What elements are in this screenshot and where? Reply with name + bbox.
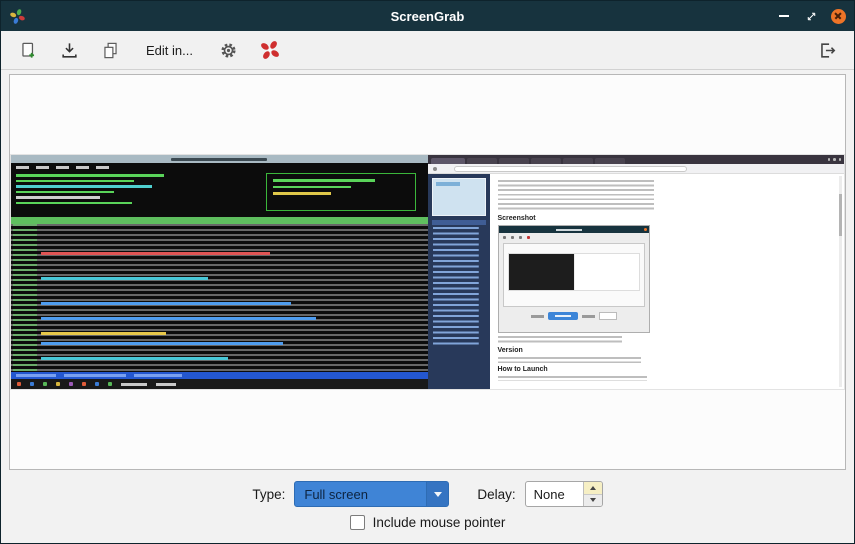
terminal-titlebar: [11, 155, 428, 163]
terminal-process-table: [11, 224, 428, 372]
browser-content: Screenshot: [428, 174, 845, 389]
capture-type-value: Full screen: [295, 487, 426, 502]
screenshot-preview-panel: Screenshot: [9, 74, 846, 470]
captured-screenshot-thumbnail: Screenshot: [11, 155, 844, 389]
terminal-info-lines: [16, 174, 164, 204]
include-pointer-row: Include mouse pointer: [350, 515, 506, 530]
doc-sidebar-thumbnail: [432, 178, 486, 216]
include-pointer-label: Include mouse pointer: [373, 515, 506, 530]
doc-main-content: Screenshot: [490, 174, 662, 389]
screengrab-window: ScreenGrab: [0, 0, 855, 544]
doc-embedded-screengrab-screenshot: [498, 225, 650, 333]
delay-spin-buttons: [583, 482, 602, 506]
include-pointer-checkbox[interactable]: [350, 515, 365, 530]
minimize-icon[interactable]: [776, 8, 792, 24]
quit-icon[interactable]: [814, 37, 840, 63]
window-controls: [776, 8, 846, 24]
browser-navbar: [428, 164, 845, 174]
edit-in-button[interactable]: Edit in...: [138, 39, 201, 62]
doc-heading-how-to-launch: How to Launch: [498, 366, 654, 374]
doc-launch-lines: [498, 376, 648, 381]
browser-scrollbar: [839, 176, 842, 387]
type-delay-row: Type: Full screen Delay: None: [252, 481, 602, 507]
doc-heading-screenshot: Screenshot: [498, 215, 654, 223]
doc-sidebar-active-item: [432, 220, 486, 225]
terminal-status-bar: [11, 372, 428, 379]
doc-paragraph-lines: [498, 180, 654, 212]
titlebar: ScreenGrab: [1, 1, 854, 31]
doc-heading-version: Version: [498, 347, 654, 355]
browser-tab-strip: [428, 155, 845, 164]
preview-area: Screenshot: [1, 70, 854, 472]
screengrab-logo-icon: [9, 8, 26, 25]
terminal-load-box: [266, 173, 416, 211]
settings-gear-icon[interactable]: [216, 37, 242, 63]
browser-url-bar: [454, 166, 687, 172]
toolbar: Edit in...: [1, 31, 854, 70]
doc-version-lines: [498, 357, 642, 363]
delay-label: Delay:: [477, 487, 515, 502]
browser-back-icon: [433, 167, 437, 171]
chevron-down-icon[interactable]: [584, 495, 602, 507]
delay-spinbox[interactable]: None: [525, 481, 603, 507]
capture-options: Type: Full screen Delay: None Include mo…: [1, 472, 854, 543]
capture-type-combobox[interactable]: Full screen: [294, 481, 449, 507]
doc-caption-lines: [498, 336, 623, 344]
save-icon[interactable]: [56, 37, 82, 63]
doc-whitespace: [662, 174, 845, 389]
window-title: ScreenGrab: [1, 9, 854, 24]
type-label: Type:: [252, 487, 285, 502]
doc-sidebar-links: [433, 227, 485, 345]
copy-icon[interactable]: [97, 37, 123, 63]
new-screenshot-button[interactable]: [15, 37, 41, 63]
terminal-table-header: [11, 217, 428, 224]
preview-terminal-window: [11, 155, 428, 389]
terminal-menubar: [16, 166, 109, 169]
doc-sidebar-nav: [428, 174, 490, 389]
close-icon[interactable]: [830, 8, 846, 24]
chevron-down-icon: [426, 482, 448, 506]
maximize-icon[interactable]: [803, 8, 819, 24]
preview-browser-window: Screenshot: [428, 155, 845, 389]
chevron-up-icon[interactable]: [584, 482, 602, 495]
delay-value: None: [526, 482, 583, 506]
screengrab-pinwheel-icon[interactable]: [257, 37, 283, 63]
desktop-taskbar: [11, 379, 428, 389]
